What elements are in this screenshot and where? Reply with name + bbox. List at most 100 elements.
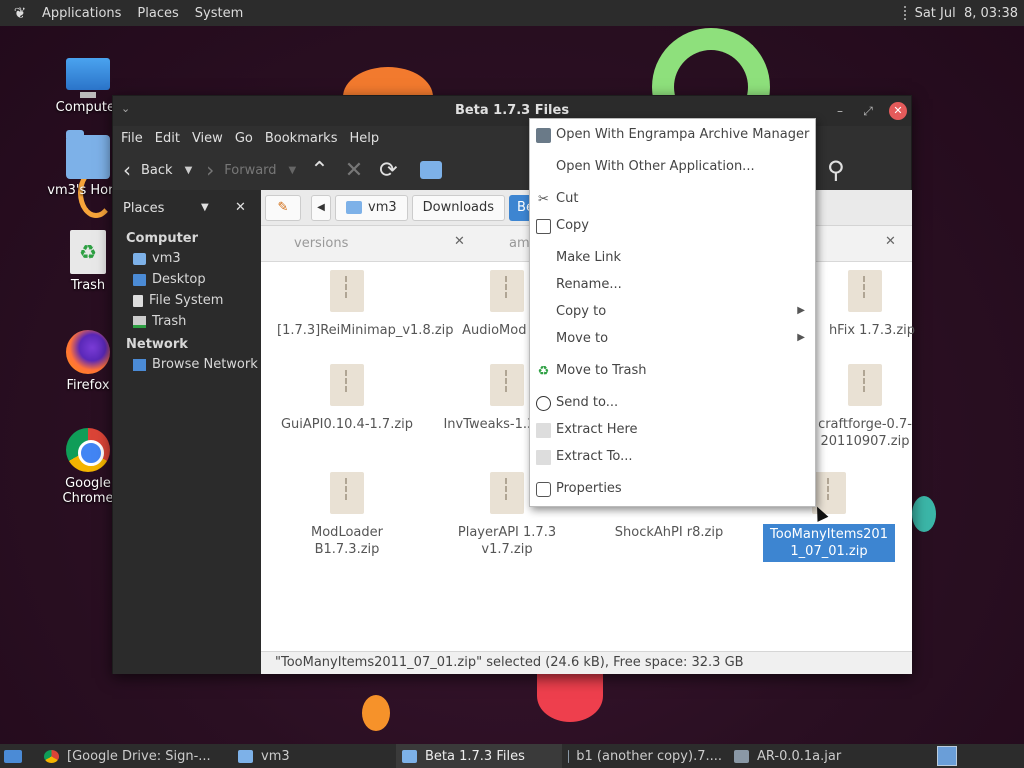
- system-menu[interactable]: System: [187, 6, 251, 21]
- file-name: craftforge-0.7-20110907.zip: [818, 417, 912, 449]
- edit-location-button[interactable]: ✎: [265, 194, 301, 221]
- taskbar-item-b1-copy[interactable]: b1 (another copy).7....: [562, 744, 728, 768]
- taskbar-item-google-drive[interactable]: [Google Drive: Sign-...: [38, 744, 232, 768]
- back-history-dropdown[interactable]: ▼: [185, 165, 193, 176]
- applications-menu[interactable]: Applications: [34, 6, 129, 21]
- trash-icon: ♻: [537, 364, 550, 379]
- home-folder-icon: [133, 252, 146, 265]
- file-name: hFix 1.7.3.zip: [828, 323, 916, 338]
- tab-versions[interactable]: versions: [294, 236, 348, 251]
- properties-icon: [536, 482, 551, 497]
- search-icon[interactable]: ⚲: [827, 156, 845, 184]
- computer-icon: [66, 58, 110, 98]
- bottom-panel: [Google Drive: Sign-... vm3 Beta 1.7.3 F…: [0, 744, 1024, 768]
- stop-icon[interactable]: ✕: [345, 158, 363, 183]
- menu-item-label: Move to: [556, 331, 609, 346]
- sidebar-item-label: Browse Network: [152, 357, 258, 372]
- taskbar-item-label: Beta 1.7.3 Files: [425, 748, 525, 764]
- file-name: [1.7.3]ReiMinimap_v1.8.zip: [277, 323, 454, 338]
- menu-item-make-link[interactable]: Make Link: [530, 247, 815, 269]
- send-icon: [536, 396, 551, 411]
- path-scroll-left-button[interactable]: ◀: [311, 194, 331, 221]
- menu-help[interactable]: Help: [343, 131, 385, 146]
- workspace-switcher[interactable]: [937, 746, 957, 766]
- menu-item-move-to-trash[interactable]: ♻ Move to Trash: [530, 360, 815, 382]
- sidebar-item-browse-network[interactable]: Browse Network: [113, 354, 261, 375]
- network-icon: [133, 358, 146, 371]
- reload-icon[interactable]: ⟳: [379, 158, 397, 183]
- clock[interactable]: Sat Jul 8, 03:38: [915, 6, 1024, 21]
- path-segment-vm3[interactable]: vm3: [335, 194, 408, 221]
- zip-file-icon: [330, 364, 364, 406]
- zip-file-icon: [330, 270, 364, 312]
- tab-close-icon[interactable]: ✕: [885, 234, 896, 249]
- forward-history-dropdown[interactable]: ▼: [289, 165, 297, 176]
- menu-item-extract-here[interactable]: Extract Here: [530, 419, 815, 441]
- places-menu[interactable]: Places: [129, 6, 186, 21]
- taskbar-item-label: b1 (another copy).7....: [576, 748, 722, 764]
- menu-go[interactable]: Go: [229, 131, 259, 146]
- sidebar-item-vm3[interactable]: vm3: [113, 248, 261, 269]
- menu-item-open-with-engrampa[interactable]: Open With Engrampa Archive Manager: [530, 124, 815, 146]
- back-button[interactable]: ‹ Back: [123, 158, 173, 182]
- archive-icon: [734, 749, 749, 763]
- path-segment-label: vm3: [368, 200, 397, 215]
- show-desktop-button[interactable]: [0, 744, 38, 768]
- trash-icon: [70, 230, 106, 274]
- menu-item-label: Copy to: [556, 304, 607, 319]
- menu-item-cut[interactable]: ✂ Cut: [530, 188, 815, 210]
- up-arrow-icon[interactable]: ⌃: [310, 158, 328, 183]
- forward-button[interactable]: › Forward: [206, 158, 276, 182]
- sidebar-item-file-system[interactable]: File System: [113, 290, 261, 311]
- taskbar-item-ar-jar[interactable]: AR-0.0.1a.jar: [728, 744, 888, 768]
- menu-item-label: Extract Here: [556, 422, 638, 437]
- tab-close-icon[interactable]: ✕: [454, 234, 465, 249]
- submenu-arrow-icon: ▶: [797, 305, 805, 316]
- menu-item-open-with-other[interactable]: Open With Other Application...: [530, 156, 815, 178]
- places-sidebar: Places ▼ ✕ Computer vm3 Desktop File Sys…: [113, 190, 261, 674]
- menu-item-copy[interactable]: Copy: [530, 215, 815, 237]
- menu-item-extract-to[interactable]: Extract To...: [530, 446, 815, 468]
- menu-item-send-to[interactable]: Send to...: [530, 392, 815, 414]
- minimize-button[interactable]: –: [831, 102, 849, 120]
- menu-item-properties[interactable]: Properties: [530, 478, 815, 500]
- menu-item-label: Send to...: [556, 395, 619, 410]
- sidebar-close-icon[interactable]: ✕: [235, 200, 246, 215]
- file-name: ModLoader B1.7.3.zip: [311, 525, 383, 557]
- taskbar-item-beta-files[interactable]: Beta 1.7.3 Files: [396, 744, 562, 768]
- menu-item-label: Properties: [556, 481, 622, 496]
- folder-icon: [238, 749, 253, 763]
- file-item[interactable]: hFix 1.7.3.zip: [795, 270, 935, 339]
- zip-file-icon: [848, 364, 882, 406]
- menu-bookmarks[interactable]: Bookmarks: [259, 131, 344, 146]
- sidebar-item-label: Desktop: [152, 272, 206, 287]
- menu-item-label: Open With Other Application...: [556, 159, 755, 174]
- menu-item-copy-to[interactable]: Copy to ▶: [530, 301, 815, 323]
- archive-manager-icon: [536, 128, 551, 143]
- sidebar-dropdown-icon[interactable]: ▼: [201, 202, 209, 213]
- sidebar-item-label: File System: [149, 293, 224, 308]
- menu-file[interactable]: File: [115, 131, 149, 146]
- submenu-arrow-icon: ▶: [797, 332, 805, 343]
- sidebar-item-desktop[interactable]: Desktop: [113, 269, 261, 290]
- taskbar-item-label: vm3: [261, 748, 290, 764]
- file-item[interactable]: craftforge-0.7-20110907.zip: [795, 364, 935, 450]
- menu-view[interactable]: View: [186, 131, 229, 146]
- taskbar-item-vm3[interactable]: vm3: [232, 744, 396, 768]
- home-folder-icon[interactable]: [419, 161, 442, 179]
- sidebar-category-network: Network: [126, 337, 188, 352]
- menu-item-move-to[interactable]: Move to ▶: [530, 328, 815, 350]
- gnome-foot-icon[interactable]: ❦: [10, 3, 30, 23]
- sidebar-item-trash[interactable]: Trash: [113, 311, 261, 332]
- file-item[interactable]: GuiAPI0.10.4-1.7.zip: [277, 364, 417, 433]
- close-button[interactable]: ✕: [889, 102, 907, 120]
- path-segment-downloads[interactable]: Downloads: [411, 194, 506, 221]
- file-item[interactable]: ModLoader B1.7.3.zip: [277, 472, 417, 558]
- chevron-right-icon: ›: [206, 158, 215, 182]
- file-item[interactable]: [1.7.3]ReiMinimap_v1.8.zip: [277, 270, 454, 339]
- menu-edit[interactable]: Edit: [149, 131, 186, 146]
- back-label: Back: [141, 162, 173, 178]
- menu-item-rename[interactable]: Rename...: [530, 274, 815, 296]
- sidebar-item-label: Trash: [152, 314, 187, 329]
- maximize-button[interactable]: ⤢: [859, 102, 877, 120]
